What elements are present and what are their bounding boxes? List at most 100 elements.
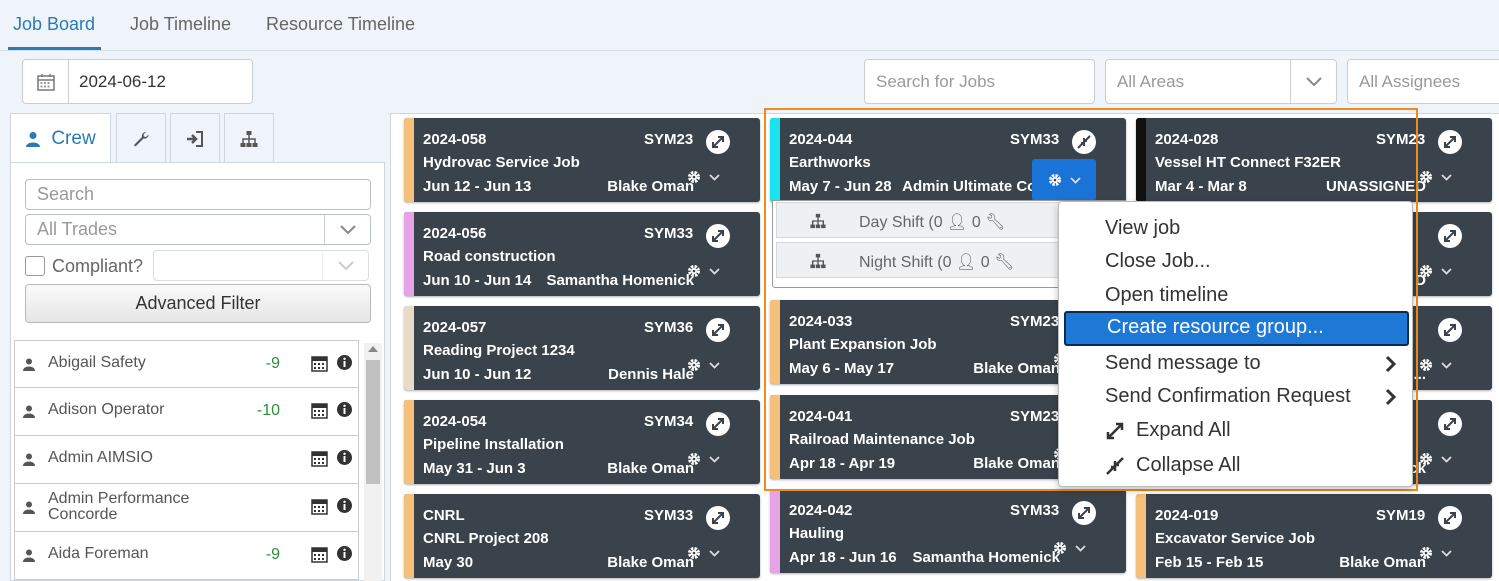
gear-icon[interactable] bbox=[687, 170, 720, 184]
expand-icon[interactable] bbox=[706, 224, 730, 248]
calendar-icon[interactable] bbox=[23, 60, 69, 103]
calendar-icon[interactable] bbox=[311, 449, 328, 467]
job-title: Hauling bbox=[789, 525, 844, 542]
job-card[interactable]: CNRL SYM33 CNRL Project 208 May 30 Blake Oma… bbox=[404, 494, 760, 578]
areas-select[interactable]: All Areas bbox=[1105, 59, 1337, 104]
compliant-checkbox[interactable] bbox=[25, 256, 45, 276]
gear-icon[interactable] bbox=[1419, 358, 1452, 372]
expand-icon[interactable] bbox=[1438, 224, 1462, 248]
job-code: SYM33 bbox=[1010, 131, 1060, 148]
gear-icon[interactable] bbox=[1419, 170, 1452, 184]
job-assignee: Samantha Homenick bbox=[912, 549, 1060, 566]
expand-icon[interactable] bbox=[1438, 506, 1462, 530]
crew-search-input[interactable]: Search bbox=[25, 179, 371, 210]
job-code: SYM19 bbox=[1376, 507, 1426, 524]
job-assignee: Samantha Homenick bbox=[546, 272, 694, 289]
job-card[interactable]: 2024-028 SYM23 Vessel HT Connect F32ER Mar … bbox=[1136, 118, 1492, 202]
expand-icon[interactable] bbox=[706, 318, 730, 342]
job-code: SYM33 bbox=[644, 225, 694, 242]
calendar-icon[interactable] bbox=[311, 401, 328, 419]
list-item[interactable]: Abigail Safety -9 bbox=[14, 340, 359, 388]
job-dates: May 7 - Jun 28 bbox=[789, 178, 892, 195]
gear-icon[interactable] bbox=[687, 546, 720, 560]
trades-select[interactable]: All Trades bbox=[25, 214, 371, 245]
tab-hierarchy[interactable] bbox=[224, 113, 274, 163]
tab-resource-timeline[interactable]: Resource Timeline bbox=[266, 14, 415, 35]
gear-icon[interactable] bbox=[687, 358, 720, 372]
expand-icon[interactable] bbox=[706, 506, 730, 530]
gear-icon[interactable] bbox=[687, 264, 720, 278]
tab-job-timeline[interactable]: Job Timeline bbox=[130, 14, 231, 35]
menu-item-create-resource-group[interactable]: Create resource group... bbox=[1064, 311, 1409, 346]
list-item[interactable]: Aida Foreman -9 bbox=[14, 532, 359, 580]
job-color-bar bbox=[770, 489, 780, 573]
expand-icon[interactable] bbox=[1438, 130, 1462, 154]
tab-sign-in[interactable] bbox=[170, 113, 220, 163]
job-card[interactable]: 2024-058 SYM23 Hydrovac Service Job Jun 12 … bbox=[404, 118, 760, 202]
job-card[interactable]: 2024-057 SYM36 Reading Project 1234 Jun 10 … bbox=[404, 306, 760, 390]
menu-item-label: Expand All bbox=[1136, 419, 1231, 441]
tab-equipment[interactable] bbox=[116, 113, 166, 163]
menu-item-view-job[interactable]: View job bbox=[1064, 212, 1409, 245]
chevron-right-icon bbox=[1385, 355, 1397, 373]
menu-item-expand-all[interactable]: Expand All bbox=[1064, 414, 1409, 447]
assignees-select[interactable]: All Assignees bbox=[1347, 59, 1499, 104]
crew-list-scrollbar[interactable] bbox=[364, 343, 382, 581]
list-item[interactable]: Admin AIMSIO bbox=[14, 436, 359, 484]
job-card[interactable]: 2024-019 SYM19 Excavator Service Job Feb 15… bbox=[1136, 494, 1492, 578]
menu-item-collapse-all[interactable]: Collapse All bbox=[1064, 449, 1409, 482]
advanced-filter-button[interactable]: Advanced Filter bbox=[25, 284, 371, 323]
job-card[interactable]: 2024-056 SYM33 Road construction Jun 10 - J… bbox=[404, 212, 760, 296]
date-picker[interactable]: 2024-06-12 bbox=[22, 59, 253, 104]
list-item[interactable]: Adison Operator -10 bbox=[14, 388, 359, 436]
date-value[interactable]: 2024-06-12 bbox=[69, 60, 166, 103]
scroll-up-arrow-icon[interactable] bbox=[368, 346, 378, 352]
expand-icon[interactable] bbox=[706, 130, 730, 154]
job-id: 2024-054 bbox=[423, 413, 487, 430]
job-card[interactable]: 2024-044 SYM33 Earthworks May 7 - Jun 28 Adm… bbox=[770, 118, 1126, 202]
job-color-bar bbox=[770, 395, 780, 479]
info-icon[interactable] bbox=[337, 450, 352, 465]
job-dates: Apr 18 - Apr 19 bbox=[789, 455, 896, 472]
job-id: 2024-041 bbox=[789, 408, 853, 425]
calendar-icon[interactable] bbox=[311, 497, 328, 515]
collapse-icon[interactable] bbox=[1072, 130, 1096, 154]
job-dates: Mar 4 - Mar 8 bbox=[1155, 178, 1247, 195]
menu-item-open-timeline[interactable]: Open timeline bbox=[1064, 279, 1409, 312]
gear-icon[interactable] bbox=[1419, 452, 1452, 466]
job-card[interactable]: 2024-042 SYM33 Hauling Apr 18 - Jun 16 Saman… bbox=[770, 489, 1126, 573]
list-item[interactable]: Admin Performance Concorde bbox=[14, 484, 359, 532]
job-card[interactable]: 2024-054 SYM34 Pipeline Installation May 31… bbox=[404, 400, 760, 484]
calendar-icon[interactable] bbox=[311, 354, 328, 372]
job-code: SYM23 bbox=[1010, 313, 1060, 330]
info-icon[interactable] bbox=[337, 402, 352, 417]
menu-item-send-message[interactable]: Send message to bbox=[1064, 347, 1409, 380]
expand-icon[interactable] bbox=[1438, 412, 1462, 436]
expand-icon[interactable] bbox=[1438, 318, 1462, 342]
compliant-select[interactable] bbox=[153, 250, 369, 281]
chevron-down-icon[interactable] bbox=[324, 215, 370, 244]
info-icon[interactable] bbox=[337, 546, 352, 561]
info-icon[interactable] bbox=[337, 498, 352, 513]
chevron-down-icon[interactable] bbox=[322, 251, 368, 280]
scroll-thumb[interactable] bbox=[366, 360, 380, 484]
tab-crew[interactable]: Crew bbox=[10, 113, 111, 163]
gear-icon[interactable] bbox=[1419, 546, 1452, 560]
gear-icon[interactable] bbox=[1053, 541, 1086, 555]
calendar-icon[interactable] bbox=[311, 545, 328, 563]
person-icon bbox=[23, 405, 35, 418]
person-icon: 👤︎ bbox=[947, 214, 968, 231]
job-title: Plant Expansion Job bbox=[789, 336, 937, 353]
expand-icon[interactable] bbox=[706, 412, 730, 436]
menu-item-close-job[interactable]: Close Job... bbox=[1064, 245, 1409, 278]
tab-job-board[interactable]: Job Board bbox=[13, 14, 95, 35]
gear-icon[interactable] bbox=[687, 452, 720, 466]
info-icon[interactable] bbox=[337, 355, 352, 370]
menu-item-send-confirmation[interactable]: Send Confirmation Request bbox=[1064, 380, 1409, 413]
expand-icon[interactable] bbox=[1072, 501, 1096, 525]
chevron-down-icon[interactable] bbox=[1290, 60, 1336, 103]
gear-icon[interactable] bbox=[1032, 159, 1096, 201]
gear-icon[interactable] bbox=[1419, 264, 1452, 278]
job-assignee: Blake Oman bbox=[973, 455, 1060, 472]
job-search-input[interactable]: Search for Jobs bbox=[864, 59, 1095, 104]
